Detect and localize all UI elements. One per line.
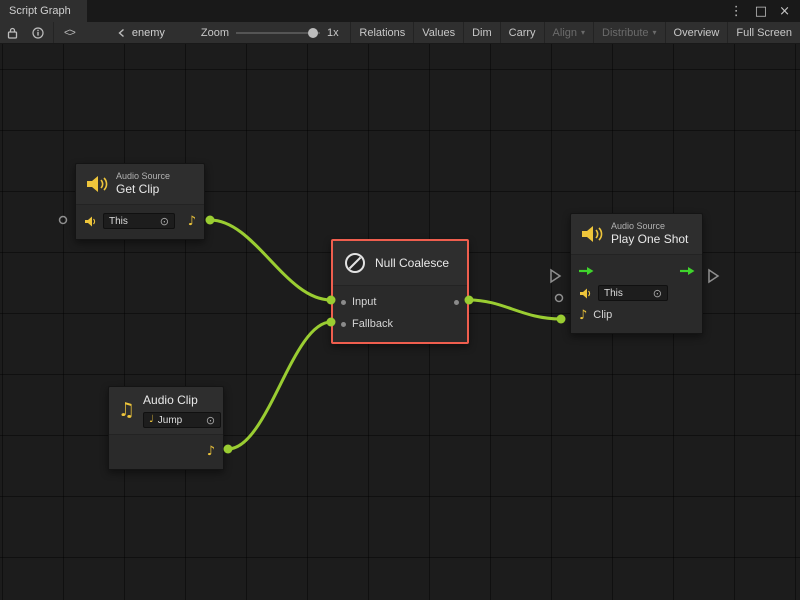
this-object-field[interactable]: This ⊙ [598,285,668,301]
clip-port-label: Clip [593,309,612,321]
audio-source-icon [86,175,108,193]
field-value: Jump [158,415,182,426]
wire-nullcoalesce-to-clip[interactable] [469,300,561,319]
field-value: This [604,288,623,299]
node-category: Audio Source [116,171,170,182]
note-icon: ♩ [149,415,154,425]
tab-title: Script Graph [9,5,71,17]
code-icon[interactable]: <> [56,27,83,39]
speaker-icon [84,216,97,227]
align-button[interactable]: Align▾ [544,22,593,43]
node-header: Null Coalesce [333,241,467,285]
input-port[interactable] [341,300,346,305]
node-title: Null Coalesce [375,256,449,271]
zoom-slider[interactable] [236,26,320,40]
dim-button[interactable]: Dim [463,22,500,43]
carry-button[interactable]: Carry [500,22,544,43]
audio-clip-object-field[interactable]: ♩ Jump ⊙ [143,412,221,428]
node-body: This ⊙ ♪ [76,204,204,239]
zoom-value: 1x [327,27,339,39]
graph-toolbar: <> enemy Zoom 1x Relations Values Dim Ca… [0,22,800,44]
port-getclip-output[interactable] [206,216,215,225]
node-audio-clip[interactable]: ♫ Audio Clip ♩ Jump ⊙ ♪ [108,386,224,470]
node-title: Play One Shot [611,232,688,247]
null-coalesce-icon [343,251,367,275]
window-controls: ⋮ □ × [730,0,800,22]
port-playoneshot-this[interactable] [556,295,563,302]
node-header: Audio Source Play One Shot [571,214,702,254]
breadcrumb[interactable]: enemy [117,27,165,39]
info-icon[interactable] [25,22,51,43]
dropdown-arrow-icon: ▾ [581,28,585,37]
zoom-label: Zoom [201,27,229,39]
object-picker-icon[interactable]: ⊙ [160,216,169,227]
port-audioclip-output[interactable] [224,445,233,454]
node-null-coalesce[interactable]: Null Coalesce Input Fallback [331,239,469,344]
relations-button[interactable]: Relations [350,22,413,43]
tab-bar: Script Graph ⋮ □ × [0,0,800,22]
fallback-port-label: Fallback [352,318,393,330]
dropdown-arrow-icon: ▾ [653,28,657,37]
toolbar-separator [53,22,54,43]
zoom-control: Zoom 1x [201,26,339,40]
zoom-slider-handle[interactable] [308,28,318,38]
input-port-label: Input [352,296,376,308]
tab-script-graph[interactable]: Script Graph [0,0,87,22]
result-port[interactable] [454,300,459,305]
node-body: ♪ [109,434,223,469]
node-play-one-shot[interactable]: Audio Source Play One Shot This ⊙ ♪ Clip [570,213,703,334]
node-title: Get Clip [116,182,170,197]
field-value: This [109,216,128,227]
port-playoneshot-clip[interactable] [557,315,566,324]
object-picker-icon[interactable]: ⊙ [653,288,662,299]
lock-icon[interactable] [0,22,25,43]
node-body: This ⊙ ♪ Clip [571,254,702,333]
speaker-icon [579,288,592,299]
graph-canvas[interactable]: Audio Source Get Clip This ⊙ ♪ Null Coal… [0,44,800,600]
fullscreen-button[interactable]: Full Screen [727,22,800,43]
node-body: Input Fallback [333,285,467,342]
toolbar-buttons: Relations Values Dim Carry Align▾ Distri… [350,22,800,43]
audio-clip-icon: ♫ [118,401,135,420]
overview-button[interactable]: Overview [665,22,728,43]
flow-in-arrow-icon[interactable] [578,266,594,276]
wire-audioclip-to-fallback[interactable] [228,322,331,449]
maximize-icon[interactable]: □ [755,5,767,18]
values-button[interactable]: Values [413,22,463,43]
close-icon[interactable]: × [779,5,790,18]
object-picker-icon[interactable]: ⊙ [206,415,215,426]
this-object-field[interactable]: This ⊙ [103,213,175,229]
menu-icon[interactable]: ⋮ [730,5,743,18]
wire-getclip-to-input[interactable] [210,220,331,300]
port-playoneshot-flow-out[interactable] [709,270,718,282]
node-header: Audio Source Get Clip [76,164,204,204]
flow-out-arrow-icon[interactable] [679,266,695,276]
fallback-port[interactable] [341,322,346,327]
distribute-button[interactable]: Distribute▾ [593,22,664,43]
breadcrumb-label: enemy [132,27,165,39]
clip-input-icon: ♪ [579,309,587,322]
back-arrow-icon [117,28,127,38]
node-get-clip[interactable]: Audio Source Get Clip This ⊙ ♪ [75,163,205,240]
port-playoneshot-flow-in[interactable] [551,270,560,282]
node-category: Audio Source [611,221,688,232]
node-header: ♫ Audio Clip ♩ Jump ⊙ [109,387,223,434]
audio-clip-output-icon: ♪ [188,215,196,228]
audio-source-icon [581,225,603,243]
node-title: Audio Clip [143,393,221,408]
port-getclip-this[interactable] [60,217,67,224]
audio-clip-output-icon: ♪ [207,445,215,458]
